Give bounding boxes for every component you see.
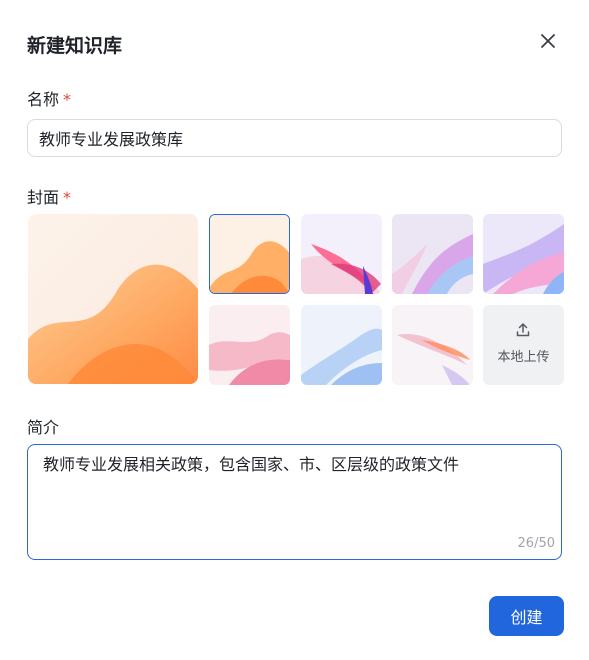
- description-textarea[interactable]: 教师专业发展相关政策，包含国家、市、区层级的政策文件: [27, 444, 562, 560]
- close-icon[interactable]: [536, 29, 560, 53]
- cover-option-orange-wave[interactable]: [209, 214, 290, 294]
- char-counter: 26/50: [517, 536, 555, 551]
- cover-option-blue-ribbon[interactable]: [301, 305, 382, 385]
- cover-option-lilac-swirl[interactable]: [392, 214, 473, 294]
- cover-preview: [28, 214, 198, 384]
- dialog-title: 新建知识库: [27, 35, 123, 57]
- name-label: 名称 *: [27, 90, 72, 109]
- upload-icon: [516, 323, 530, 337]
- cover-option-pink-ribbon[interactable]: [209, 305, 290, 385]
- cover-label: 封面 *: [27, 188, 72, 207]
- create-button[interactable]: 创建: [489, 596, 564, 636]
- upload-label: 本地上传: [497, 350, 550, 365]
- cover-option-pastel-ribbon[interactable]: [483, 214, 564, 294]
- name-input[interactable]: [27, 119, 562, 157]
- create-knowledge-base-dialog: 新建知识库 名称* 封面*: [0, 0, 589, 660]
- cover-option-soft-glass[interactable]: [392, 305, 473, 385]
- required-mark: *: [63, 188, 72, 207]
- cover-option-pink-flower[interactable]: [301, 214, 382, 294]
- required-mark: *: [63, 90, 72, 109]
- description-label: 简介: [27, 418, 60, 437]
- upload-local-button[interactable]: 本地上传: [483, 305, 564, 385]
